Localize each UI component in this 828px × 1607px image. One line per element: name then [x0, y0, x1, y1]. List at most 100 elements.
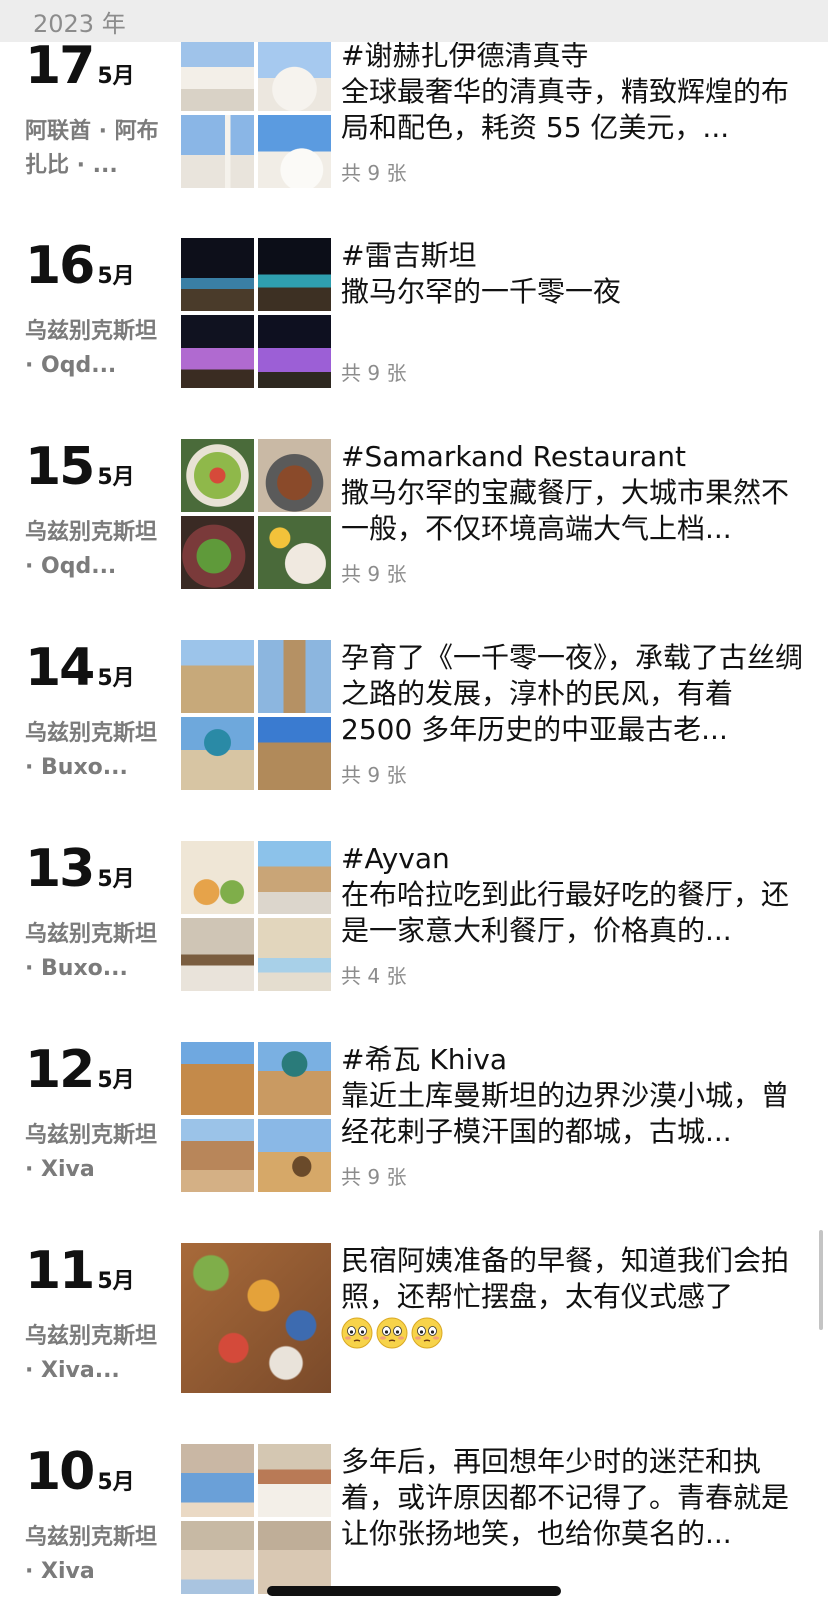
post-text[interactable]: #Ayvan 在布哈拉吃到此行最好吃的餐厅，还是一家意大利餐厅，价格真的... — [341, 841, 811, 949]
photo-thumbnail[interactable] — [258, 115, 331, 188]
scroll-indicator[interactable] — [819, 1230, 823, 1330]
post-tag[interactable]: #谢赫扎伊德清真寺 — [341, 38, 811, 74]
photo-thumbnail[interactable] — [181, 841, 254, 914]
photo-count: 共 9 张 — [341, 361, 407, 385]
photo-thumbnail[interactable] — [181, 115, 254, 188]
post-day: 15 — [25, 437, 95, 497]
post-description: 靠近土库曼斯坦的边界沙漠小城，曾经花剌子模汗国的都城，古城... — [341, 1079, 790, 1148]
post-text[interactable]: #谢赫扎伊德清真寺 全球最奢华的清真寺，精致辉煌的布局和配色，耗资 55 亿美元，… — [341, 38, 811, 146]
moment-post[interactable]: 17 5月阿联酋 · 阿布扎比 · ... #谢赫扎伊德清真寺 全球最奢华的清真寺，精… — [0, 38, 828, 238]
photo-thumbnail[interactable] — [181, 315, 254, 388]
post-tag[interactable]: #希瓦 Khiva — [341, 1042, 811, 1078]
post-description: 在布哈拉吃到此行最好吃的餐厅，还是一家意大利餐厅，价格真的... — [341, 878, 790, 947]
post-text[interactable]: #Samarkand Restaurant 撒马尔罕的宝藏餐厅，大城市果然不一般，… — [341, 439, 811, 547]
sticky-year-header: 2023 年 — [0, 0, 828, 42]
photo-count: 共 9 张 — [341, 161, 407, 185]
moment-post[interactable]: 13 5月乌兹别克斯坦 · Buxo... #Ayvan 在布哈拉吃到此行最好吃的餐厅… — [0, 841, 828, 1041]
photo-thumbnail[interactable] — [258, 640, 331, 713]
post-month: 5月 — [97, 64, 135, 89]
post-photo-grid[interactable] — [181, 1444, 331, 1594]
home-indicator[interactable] — [267, 1586, 561, 1596]
photo-thumbnail[interactable] — [258, 841, 331, 914]
flushed-face-icon — [411, 1317, 443, 1349]
moment-post[interactable]: 15 5月乌兹别克斯坦 · Oqd... #Samarkand Restaurant… — [0, 439, 828, 639]
photo-thumbnail[interactable] — [258, 439, 331, 512]
photo-thumbnail[interactable] — [258, 38, 331, 111]
post-location[interactable]: 乌兹别克斯坦 · Buxo... — [25, 717, 161, 785]
post-month: 5月 — [97, 867, 135, 892]
post-tag[interactable]: #雷吉斯坦 — [341, 238, 811, 274]
post-text[interactable]: 孕育了《一千零一夜》，承载了古丝绸之路的发展，淳朴的民风，有着 2500 多年历… — [341, 640, 811, 748]
year-label: 2023 年 — [33, 10, 126, 38]
post-location[interactable]: 乌兹别克斯坦 · Oqd... — [25, 516, 161, 584]
moment-post[interactable]: 11 5月乌兹别克斯坦 · Xiva... 民宿阿姨准备的早餐，知道我们会拍照，还帮… — [0, 1243, 828, 1443]
post-date: 13 5月 — [25, 841, 135, 901]
post-location[interactable]: 乌兹别克斯坦 · Oqd... — [25, 315, 161, 383]
post-day: 13 — [25, 839, 95, 899]
photo-count: 共 9 张 — [341, 1165, 407, 1189]
photo-thumbnail[interactable] — [258, 516, 331, 589]
moment-post[interactable]: 16 5月 乌兹别克斯坦 · Oqd... #雷吉斯坦 撒马尔罕的一千零一夜共 9 张 — [0, 238, 828, 438]
photo-thumbnail[interactable] — [181, 640, 254, 713]
photo-thumbnail[interactable] — [258, 717, 331, 790]
post-photo-grid[interactable] — [181, 841, 331, 991]
photo-thumbnail[interactable] — [181, 1521, 254, 1594]
photo-count: 共 4 张 — [341, 964, 407, 988]
emoji-row — [341, 1317, 811, 1349]
post-description: 撒马尔罕的一千零一夜 — [341, 275, 622, 308]
post-day: 10 — [25, 1442, 95, 1502]
post-date: 14 5月 — [25, 640, 135, 700]
photo-thumbnail[interactable] — [181, 1042, 254, 1115]
post-text[interactable]: #雷吉斯坦 撒马尔罕的一千零一夜 — [341, 238, 811, 310]
post-location[interactable]: 乌兹别克斯坦 · Xiva — [25, 1521, 161, 1589]
photo-thumbnail[interactable] — [181, 918, 254, 991]
post-text[interactable]: 民宿阿姨准备的早餐，知道我们会拍照，还帮忙摆盘，太有仪式感了 — [341, 1243, 811, 1349]
post-description: 撒马尔罕的宝藏餐厅，大城市果然不一般，不仅环境高端大气上档... — [341, 476, 790, 545]
photo-thumbnail[interactable] — [258, 1444, 331, 1517]
post-text[interactable]: 多年后，再回想年少时的迷茫和执着，或许原因都不记得了。青春就是让你张扬地笑，也给… — [341, 1444, 811, 1552]
post-location[interactable]: 阿联酋 · 阿布扎比 · ... — [25, 115, 161, 183]
post-date: 12 5月 — [25, 1042, 135, 1102]
post-photo-grid[interactable] — [181, 238, 331, 388]
moment-post[interactable]: 10 5月乌兹别克斯坦 · Xiva 多年后，再回想年少时的迷茫和执着，或许原因都不… — [0, 1444, 828, 1607]
post-text[interactable]: #希瓦 Khiva 靠近土库曼斯坦的边界沙漠小城，曾经花剌子模汗国的都城，古城..… — [341, 1042, 811, 1150]
post-tag[interactable]: #Samarkand Restaurant — [341, 439, 811, 475]
post-location[interactable]: 乌兹别克斯坦 · Xiva — [25, 1119, 161, 1187]
post-description: 民宿阿姨准备的早餐，知道我们会拍照，还帮忙摆盘，太有仪式感了 — [341, 1244, 790, 1313]
post-date: 17 5月 — [25, 38, 135, 98]
photo-thumbnail[interactable] — [181, 1444, 254, 1517]
photo-thumbnail[interactable] — [181, 1119, 254, 1192]
photo-thumbnail[interactable] — [258, 1042, 331, 1115]
post-day: 16 — [25, 236, 95, 296]
post-tag[interactable]: #Ayvan — [341, 841, 811, 877]
photo-thumbnail[interactable] — [181, 717, 254, 790]
post-photo-grid[interactable] — [181, 439, 331, 589]
photo-thumbnail[interactable] — [181, 38, 254, 111]
photo-thumbnail[interactable] — [258, 1521, 331, 1594]
post-photo-grid[interactable] — [181, 640, 331, 790]
flushed-face-icon — [341, 1317, 373, 1349]
post-month: 5月 — [97, 1068, 135, 1093]
post-photo[interactable] — [181, 1243, 331, 1393]
photo-thumbnail[interactable] — [258, 315, 331, 388]
photo-thumbnail[interactable] — [181, 439, 254, 512]
post-day: 17 — [25, 36, 95, 96]
post-day: 11 — [25, 1241, 95, 1301]
photo-thumbnail[interactable] — [258, 1119, 331, 1192]
post-location[interactable]: 乌兹别克斯坦 · Buxo... — [25, 918, 161, 986]
moment-post[interactable]: 12 5月乌兹别克斯坦 · Xiva #希瓦 Khiva 靠近土库曼斯坦的边界沙漠小城… — [0, 1042, 828, 1242]
moment-post[interactable]: 14 5月乌兹别克斯坦 · Buxo... 孕育了《一千零一夜》，承载了古丝绸之路的… — [0, 640, 828, 840]
post-month: 5月 — [97, 465, 135, 490]
post-location[interactable]: 乌兹别克斯坦 · Xiva... — [25, 1320, 161, 1388]
photo-thumbnail[interactable] — [181, 516, 254, 589]
flushed-face-icon — [376, 1317, 408, 1349]
post-month: 5月 — [97, 1470, 135, 1495]
photo-thumbnail[interactable] — [258, 238, 331, 311]
post-photo-grid[interactable] — [181, 1042, 331, 1192]
post-month: 5月 — [97, 1269, 135, 1294]
photo-thumbnail[interactable] — [181, 238, 254, 311]
post-description: 全球最奢华的清真寺，精致辉煌的布局和配色，耗资 55 亿美元，... — [341, 75, 790, 144]
post-photo-grid[interactable] — [181, 38, 331, 188]
post-day: 12 — [25, 1040, 95, 1100]
photo-thumbnail[interactable] — [258, 918, 331, 991]
